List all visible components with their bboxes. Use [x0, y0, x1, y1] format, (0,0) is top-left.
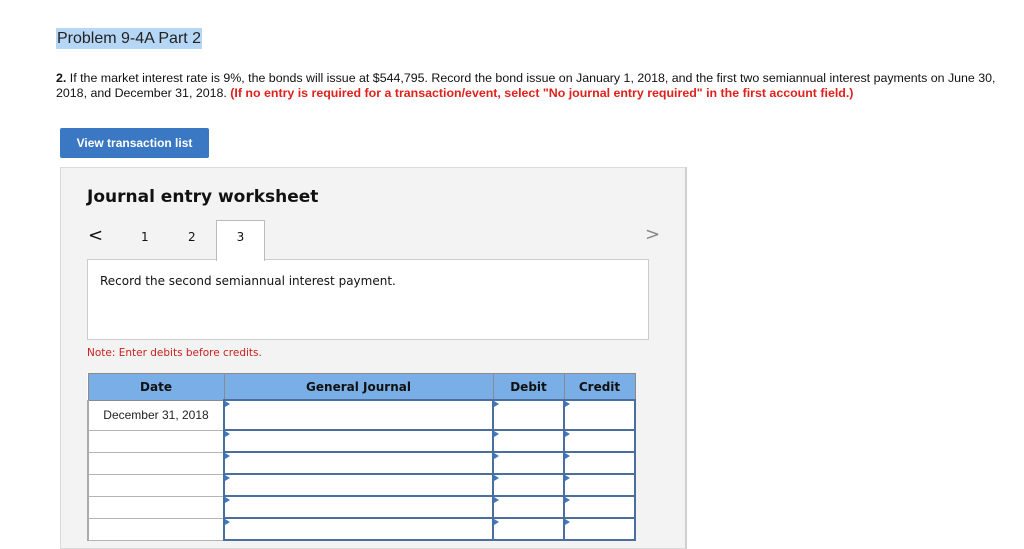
date-cell: [87, 429, 225, 453]
credit-input[interactable]: [563, 399, 636, 431]
account-input[interactable]: [223, 399, 494, 431]
debit-input[interactable]: [492, 517, 565, 541]
debit-input[interactable]: [492, 399, 565, 431]
date-cell: [87, 473, 225, 497]
tab-1[interactable]: 1: [141, 230, 149, 244]
account-input[interactable]: [223, 473, 494, 497]
table-row: [87, 495, 636, 519]
date-cell: December 31, 2018: [87, 399, 225, 431]
tab-3[interactable]: 3: [216, 220, 265, 261]
header-debit: Debit: [492, 373, 565, 401]
table-row: [87, 473, 636, 497]
header-date: Date: [87, 373, 225, 401]
date-cell: [87, 517, 225, 541]
table-row: December 31, 2018: [87, 399, 636, 431]
date-cell: [87, 495, 225, 519]
header-general-journal: General Journal: [223, 373, 494, 401]
credit-input[interactable]: [563, 473, 636, 497]
debit-input[interactable]: [492, 429, 565, 453]
debit-input[interactable]: [492, 451, 565, 475]
account-input[interactable]: [223, 451, 494, 475]
page-title: Problem 9-4A Part 2: [56, 28, 203, 49]
question-number: 2.: [56, 71, 67, 85]
journal-entry-worksheet: Journal entry worksheet < 1 2 3 > Record…: [60, 167, 687, 549]
credit-input[interactable]: [563, 495, 636, 519]
table-row: [87, 451, 636, 475]
account-input[interactable]: [223, 517, 494, 541]
debit-input[interactable]: [492, 495, 565, 519]
view-transaction-list-button[interactable]: View transaction list: [60, 128, 209, 158]
debit-credit-note: Note: Enter debits before credits.: [87, 347, 262, 359]
transaction-description: Record the second semiannual interest pa…: [100, 274, 396, 288]
header-credit: Credit: [563, 373, 636, 401]
chevron-right-icon[interactable]: >: [645, 224, 660, 245]
account-input[interactable]: [223, 495, 494, 519]
credit-input[interactable]: [563, 451, 636, 475]
account-input[interactable]: [223, 429, 494, 453]
debit-input[interactable]: [492, 473, 565, 497]
transaction-description-box: Record the second semiannual interest pa…: [87, 259, 649, 340]
date-cell: [87, 451, 225, 475]
chevron-left-icon[interactable]: <: [88, 225, 103, 246]
table-header-row: Date General Journal Debit Credit: [87, 373, 636, 401]
worksheet-title: Journal entry worksheet: [87, 187, 319, 207]
credit-input[interactable]: [563, 517, 636, 541]
table-row: [87, 517, 636, 541]
table-row: [87, 429, 636, 453]
question-text: 2. If the market interest rate is 9%, th…: [56, 71, 1016, 101]
question-instruction: (If no entry is required for a transacti…: [230, 86, 854, 100]
credit-input[interactable]: [563, 429, 636, 453]
journal-table: Date General Journal Debit Credit Decemb…: [87, 373, 636, 541]
tab-2[interactable]: 2: [188, 230, 196, 244]
